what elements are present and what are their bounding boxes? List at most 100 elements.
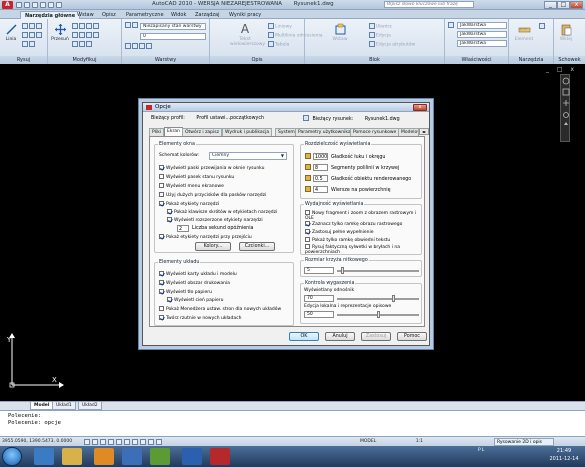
checkbox-create-viewport[interactable]: Twórz rzutnie w nowych układach xyxy=(159,315,241,321)
fonts-button[interactable]: Czcionki... xyxy=(239,242,275,251)
layer-combo[interactable]: 0 xyxy=(140,33,206,40)
quick-properties-toggle[interactable] xyxy=(156,439,162,445)
mirror-button[interactable] xyxy=(72,32,100,39)
autocad-logo-icon[interactable]: A xyxy=(2,1,13,9)
tab-plot-publish[interactable]: Wydruk i publikacja xyxy=(222,128,273,136)
contour-lines-input[interactable]: 4 xyxy=(313,186,328,193)
help-search-input[interactable]: Wpisz słowo kluczowe lub frazę xyxy=(384,1,474,8)
checkbox-status-bar[interactable]: Wyświetl pasek stanu rysunku xyxy=(159,174,234,180)
rendered-smoothness-input[interactable]: 0.5 xyxy=(313,175,328,182)
dyn-toggle[interactable] xyxy=(140,439,146,445)
save-icon[interactable] xyxy=(32,2,38,8)
checkbox-paper-shadow[interactable]: Wyświetl cień papieru xyxy=(167,297,224,303)
checkbox-large-buttons[interactable]: Użyj dużych przycisków dla pasków narzęd… xyxy=(159,192,266,198)
colors-button[interactable]: Kolory... xyxy=(195,242,231,251)
polar-toggle[interactable] xyxy=(108,439,114,445)
document-window-controls[interactable]: _ □ x xyxy=(546,66,577,73)
match-properties-button[interactable] xyxy=(448,22,455,29)
checkbox-printable-area[interactable]: Wyświetl obszar drukowania xyxy=(159,280,230,286)
layer-actions[interactable] xyxy=(125,43,153,50)
system-tray[interactable]: PL xyxy=(478,448,546,465)
panel-clipboard-label[interactable]: Schowek xyxy=(554,56,585,64)
checkbox-paper-background[interactable]: Wyświetl tło papieru xyxy=(159,289,212,295)
checkbox-screen-menu[interactable]: Wyświetl menu ekranowe xyxy=(159,183,224,189)
scale-button[interactable] xyxy=(72,41,93,48)
tab-user-preferences[interactable]: Parametry użytkownika xyxy=(295,128,354,136)
slider-thumb[interactable] xyxy=(392,295,395,302)
utilities-tools[interactable] xyxy=(539,23,546,30)
spline-button[interactable] xyxy=(22,41,36,48)
checkbox-silhouettes[interactable]: Rysuj faktyczną sylwetki w bryłach i na … xyxy=(305,244,419,255)
tab-open-save[interactable]: Otwórz i zapisz xyxy=(182,128,222,136)
tab-home[interactable]: Narzędzia główne xyxy=(20,11,81,19)
layer-state-combo[interactable]: Niezapisany stan warstwy xyxy=(140,23,206,30)
panel-properties-label[interactable]: Właściwości xyxy=(445,56,508,64)
checkbox-extended-tooltips[interactable]: Wyświetl rozszerzone etykiety narzędzi xyxy=(167,217,263,223)
tab-view[interactable]: Widok xyxy=(167,11,190,19)
color-scheme-select[interactable]: Ciemny ▼ xyxy=(209,152,287,160)
slider-thumb[interactable] xyxy=(341,267,344,274)
panel-draw-label[interactable]: Rysuj xyxy=(0,56,47,64)
xref-display-input[interactable]: 70 xyxy=(304,295,334,302)
tab-insert[interactable]: Wstaw xyxy=(73,11,98,19)
ducs-toggle[interactable] xyxy=(132,439,138,445)
osnap-toggle[interactable] xyxy=(116,439,122,445)
tab-annotate[interactable]: Opisz xyxy=(98,11,120,19)
ie-icon[interactable] xyxy=(34,448,54,465)
help-button[interactable]: Pomoc xyxy=(397,332,427,341)
crosshair-size-slider[interactable] xyxy=(337,267,419,274)
inplace-edit-input[interactable]: 50 xyxy=(304,311,334,318)
word-icon[interactable] xyxy=(182,448,202,465)
ortho-toggle[interactable] xyxy=(100,439,106,445)
checkbox-tooltips[interactable]: Pokaż etykiety narzędzi xyxy=(159,201,219,207)
delay-input[interactable]: 2 xyxy=(177,225,189,232)
linetype-combo[interactable]: JakWarstwa xyxy=(457,31,507,38)
arc-smoothness-input[interactable]: 1000 xyxy=(313,153,328,160)
apply-button[interactable]: Zastosuj xyxy=(361,332,391,341)
polyline-button[interactable] xyxy=(22,23,43,30)
new-icon[interactable] xyxy=(16,2,22,8)
checkbox-layout-tabs[interactable]: Wyświetl karty układu i modelu xyxy=(159,271,237,277)
explorer-icon[interactable] xyxy=(62,448,82,465)
otrack-toggle[interactable] xyxy=(124,439,130,445)
lineweight-toggle[interactable] xyxy=(148,439,154,445)
tab-layout2[interactable]: Układ2 xyxy=(78,402,102,410)
dialog-title-bar[interactable]: Opcje x xyxy=(143,103,429,112)
tab-display[interactable]: Ekran xyxy=(164,127,183,136)
checkbox-rollover[interactable]: Pokaż etykiety narzędzi przy przejściu xyxy=(159,234,252,240)
edit-block-button[interactable]: Edycja xyxy=(369,32,391,39)
open-icon[interactable] xyxy=(24,2,30,8)
minimize-button[interactable]: _ xyxy=(544,1,557,9)
tab-files[interactable]: Pliki xyxy=(149,128,165,136)
mtext-button[interactable]: A Tekst wielowierszowy xyxy=(230,22,265,48)
slider-thumb[interactable] xyxy=(377,311,380,318)
inplace-fade-slider[interactable] xyxy=(337,311,419,318)
checkbox-text-frame[interactable]: Pokaż tylko ramkę obwiedni tekstu xyxy=(305,237,390,243)
rectangle-button[interactable] xyxy=(22,32,43,39)
panel-modify-label[interactable]: Modyfikuj xyxy=(48,56,121,64)
polyline-segments-input[interactable]: 8 xyxy=(313,164,328,171)
start-button[interactable] xyxy=(2,447,22,466)
dialog-close-button[interactable]: x xyxy=(413,104,427,111)
table-button[interactable]: Tabela xyxy=(268,41,289,48)
checkbox-pan-zoom-raster[interactable]: Nowy fragment i zoom z obrazem rastrowym… xyxy=(305,210,419,221)
element-button[interactable]: Element xyxy=(513,22,535,48)
tab-parametric[interactable]: Parametryczne xyxy=(122,11,168,19)
color-combo[interactable]: JakWarstwa xyxy=(457,22,507,29)
clock[interactable]: 21:49 2011-12-14 xyxy=(546,447,582,463)
autocad-taskbar-icon[interactable] xyxy=(210,448,230,465)
media-icon[interactable] xyxy=(150,448,170,465)
xref-fade-slider[interactable] xyxy=(337,295,419,302)
undo-icon[interactable] xyxy=(40,2,46,8)
snap-toggle[interactable] xyxy=(84,439,90,445)
tab-model[interactable]: Model xyxy=(30,402,54,410)
checkbox-highlight-raster-frame[interactable]: Zaznacz tylko ramkę obrazu rastrowego xyxy=(305,221,402,227)
model-space-button[interactable]: MODEL xyxy=(360,439,376,444)
tab-scroll-arrows[interactable]: ◂▸ xyxy=(419,128,429,135)
tab-manage[interactable]: Zarządzaj xyxy=(191,11,224,19)
dimension-button[interactable]: Liniowy xyxy=(268,23,292,30)
coordinates-readout[interactable]: 3955.0590, 1390.5473, 0.0000 xyxy=(2,438,72,446)
checkbox-solid-fill[interactable]: Zastosuj pełne wypełnienie xyxy=(305,229,374,235)
panel-block-label[interactable]: Blok xyxy=(305,56,444,64)
workspace-switcher[interactable]: Rysowanie 2D i opis xyxy=(494,438,554,446)
